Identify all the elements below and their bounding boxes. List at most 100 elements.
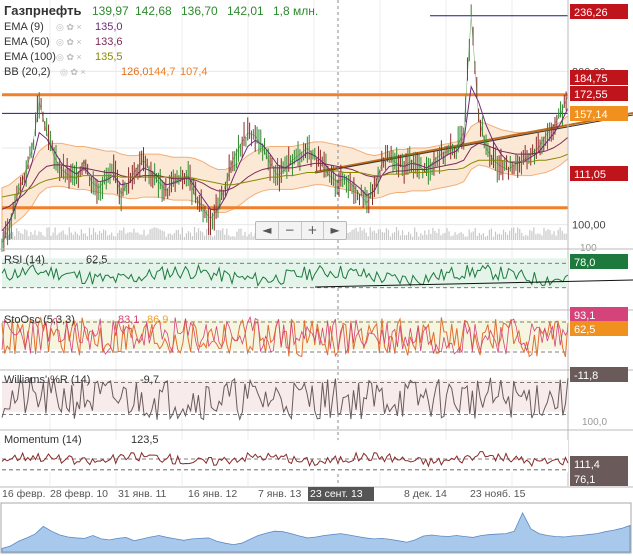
price-tick: 100,00	[572, 220, 606, 232]
volume-bar	[371, 231, 373, 240]
volume-bar	[169, 233, 171, 240]
momentum-value: 123,5	[131, 434, 159, 446]
volume-bar	[436, 233, 438, 240]
zoom-in-button[interactable]: +	[302, 222, 325, 239]
volume-bar	[143, 229, 145, 240]
volume-bar	[403, 235, 406, 240]
volume-bar	[248, 234, 250, 240]
volume-bar	[531, 231, 533, 240]
zoom-out-button[interactable]: −	[279, 222, 302, 239]
volume-bar	[163, 231, 165, 240]
volume-bar	[454, 232, 456, 240]
volume-bar	[210, 234, 212, 240]
volume-bar	[349, 232, 351, 240]
volume-bar	[434, 231, 436, 240]
volume-bar	[369, 227, 371, 240]
volume-bar	[490, 228, 493, 240]
volume-bar	[224, 234, 226, 240]
volume-bar	[111, 232, 113, 240]
volume-bar	[448, 231, 450, 240]
indicator-value: 107,4	[180, 66, 208, 78]
x-tick: 7 янв. 13	[258, 488, 301, 500]
volume-bar	[375, 233, 377, 240]
volume-bar	[517, 227, 519, 240]
volume-bar	[355, 227, 357, 240]
indicator-controls: ◎ ✿ ×	[56, 37, 82, 47]
volume-bar	[137, 232, 139, 240]
stoch-tag: 93,1	[574, 310, 595, 322]
scroll-right-button[interactable]: ►	[324, 222, 346, 239]
x-tick: 8 дек. 14	[404, 488, 447, 500]
volume-bar	[424, 230, 426, 240]
scroll-left-button[interactable]: ◄	[256, 222, 279, 239]
volume-bar	[513, 227, 515, 240]
volume-bar	[543, 227, 545, 240]
volume-bar	[177, 229, 179, 240]
volume-bar	[537, 233, 539, 240]
volume-bar	[66, 235, 68, 240]
volume-bar	[361, 230, 363, 240]
volume-bar	[539, 233, 541, 240]
volume-bar	[193, 227, 196, 240]
volume-bar	[541, 235, 543, 240]
indicator-value: 144,7	[148, 66, 176, 78]
panel-band	[2, 440, 568, 473]
volume-bar	[28, 236, 30, 240]
volume-bar	[422, 235, 424, 240]
bollinger-band	[1, 114, 569, 232]
volume-bar	[30, 232, 32, 240]
momentum-label: Momentum (14)	[4, 434, 82, 446]
volume-bar	[468, 229, 470, 240]
momentum-tag: 76,1	[574, 474, 595, 486]
volume-bar	[90, 234, 93, 240]
volume-bar	[82, 233, 84, 240]
volume-bar	[507, 234, 509, 240]
volume-bar	[365, 232, 367, 240]
rsi-label: RSI (14)	[4, 254, 45, 266]
volume-bar	[515, 233, 517, 240]
volume-bar	[96, 234, 99, 240]
volume-bar	[131, 232, 133, 240]
volume-bar	[206, 229, 208, 240]
volume-bar	[359, 227, 361, 240]
volume-bar	[428, 229, 430, 240]
williams-axis-tick: 100,0	[582, 417, 607, 428]
volume-bar	[460, 231, 462, 240]
volume-bar	[521, 232, 523, 240]
indicator-label: EMA (50)	[4, 36, 50, 48]
volume-bar	[464, 236, 466, 240]
volume-bar	[420, 233, 422, 240]
volume-bar	[377, 229, 379, 240]
williams-value: -9,7	[140, 374, 159, 386]
volume-bar	[201, 232, 204, 240]
volume-bar	[86, 236, 89, 240]
volume-bar	[54, 227, 56, 240]
x-tick: 16 янв. 12	[188, 488, 237, 500]
volume-bar	[240, 228, 242, 240]
volume-bar	[195, 232, 198, 240]
volume-bar	[391, 233, 394, 240]
volume-bar	[529, 229, 531, 240]
volume-bar	[220, 230, 222, 240]
williams-label: Williams' %R (14)	[4, 374, 90, 386]
volume-bar	[16, 228, 18, 240]
volume-bar	[18, 231, 20, 240]
volume-bar	[24, 229, 26, 240]
volume-bar	[214, 235, 216, 240]
volume-bar	[212, 236, 214, 240]
volume-bar	[153, 227, 155, 240]
volume-bar	[504, 232, 507, 240]
williams-tag: -11,8	[574, 370, 598, 382]
volume-bar	[450, 236, 452, 240]
volume-bar	[474, 227, 476, 240]
ticker-value: 142,68	[135, 4, 172, 18]
indicator-controls: ◎ ✿ ×	[60, 67, 86, 77]
indicator-label: EMA (9)	[4, 21, 44, 33]
chart-canvas: 200,00100,00100236,26184,75172,55157,141…	[0, 0, 633, 554]
x-tick: 28 февр. 10	[50, 488, 108, 500]
volume-bar	[511, 228, 513, 240]
stoch-label: StoOsc (5,3,3)	[4, 314, 75, 326]
volume-bar	[48, 227, 50, 240]
volume-bar	[246, 236, 248, 240]
ticker-value: 136,70	[181, 4, 218, 18]
